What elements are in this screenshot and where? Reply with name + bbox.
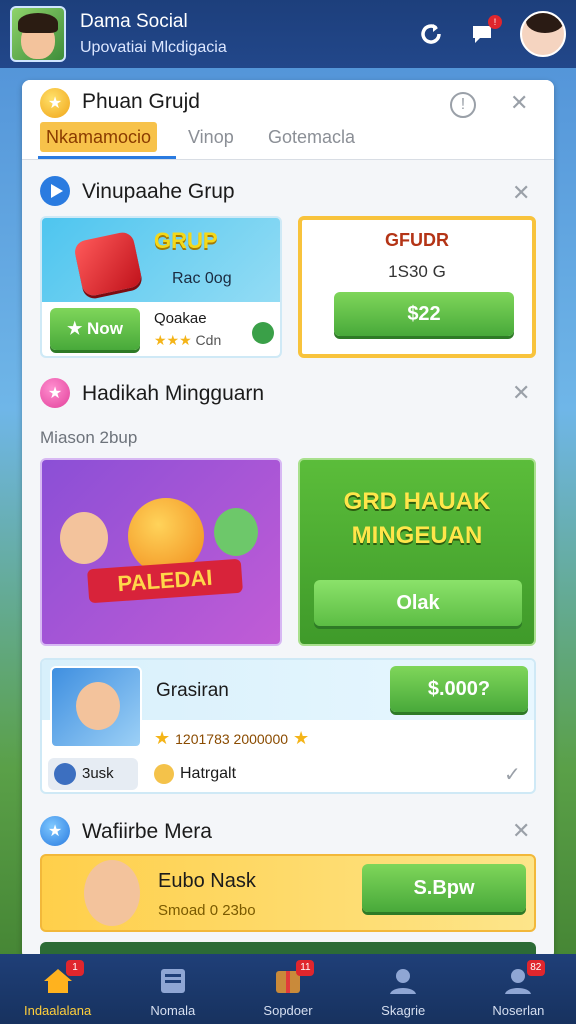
card-label: GFUDR	[385, 230, 449, 250]
tab-underline	[38, 156, 176, 159]
tab-1[interactable]: Vinop	[188, 122, 234, 152]
weekly-banner[interactable]: PALEDAI	[40, 458, 282, 646]
character-image	[214, 508, 258, 556]
nav-badge: 11	[296, 960, 315, 976]
nav-news[interactable]: Nomala	[115, 954, 230, 1024]
star-blue-icon: ★	[40, 816, 70, 846]
close-icon[interactable]: ✕	[510, 90, 528, 116]
profile-avatar[interactable]	[520, 11, 566, 57]
section3-close-icon[interactable]: ✕	[512, 818, 530, 844]
rating-row: ★★★ Cdn	[154, 332, 221, 349]
star-icon: ★	[154, 728, 176, 748]
section-title-wafiirbe: Wafiirbe Mera	[82, 820, 212, 843]
section-subtitle: Miason 2bup	[40, 428, 138, 447]
group-avatar[interactable]	[10, 6, 66, 62]
nav-badge: 1	[66, 960, 84, 976]
quest-sub: Smoad 0 23bo	[158, 902, 256, 919]
star-icon: ★	[40, 88, 70, 118]
hint-text: Hatrgalt	[180, 765, 237, 783]
news-icon	[160, 969, 185, 993]
now-button[interactable]: ★ Now	[50, 308, 140, 350]
card-price: Rac 0og	[172, 270, 232, 287]
offer-name: Grasiran	[156, 680, 229, 701]
quest-button[interactable]: S.Bpw	[362, 864, 526, 912]
card-label: GRUP	[154, 228, 218, 253]
tab-2[interactable]: Gotemacla	[268, 122, 355, 152]
tab-0[interactable]: Nkamamocio	[40, 122, 158, 152]
nav-label: Indaalalana	[23, 1003, 92, 1018]
quest-card[interactable]: Eubo Nask Smoad 0 23bo S.Bpw	[40, 854, 536, 932]
chat-badge: !	[488, 15, 502, 29]
nav-label: Noserlan	[492, 1003, 545, 1018]
price-button[interactable]: $22	[334, 292, 514, 336]
nav-profile[interactable]: Skagrie	[346, 954, 461, 1024]
star-pink-icon: ★	[40, 378, 70, 408]
quest-title: Eubo Nask	[158, 870, 256, 892]
star-icon: ★	[288, 728, 310, 748]
bottom-nav: 1 Indaalalana Nomala 11 Sopdoer Skagrie …	[0, 954, 576, 1024]
nav-shop[interactable]: 11 Sopdoer	[230, 954, 345, 1024]
top-bar: Dama Social Upovatiai Mlcdigacia !	[0, 0, 576, 68]
coin-icon	[154, 764, 174, 784]
character-face	[76, 682, 120, 730]
offer-row[interactable]: Grasiran $.000? ★ 1201783 2000000 ★ 3usk…	[40, 658, 536, 794]
nav-label: Sopdoer	[263, 1003, 313, 1018]
hint-row: Hatrgalt	[154, 764, 236, 784]
group-panel: ★ Phuan Grujd ! ✕ Nkamamocio Vinop Gotem…	[22, 80, 554, 960]
promo-button[interactable]: Olak	[314, 580, 522, 626]
character-image	[60, 512, 108, 564]
rating-sub: Cdn	[195, 332, 222, 348]
offer-card-group[interactable]: GRUP Rac 0og ★ Now Qoakae ★★★ Cdn	[40, 216, 282, 358]
edit-icon	[54, 763, 76, 785]
banner-label: PALEDAI	[87, 558, 243, 604]
chat-icon[interactable]: !	[468, 15, 502, 49]
offer-avatar	[50, 666, 142, 748]
refresh-icon[interactable]	[416, 19, 446, 49]
nav-label: Nomala	[150, 1003, 196, 1018]
toggle-icon[interactable]	[252, 322, 274, 344]
tag-label: 3usk	[82, 765, 114, 782]
tag-button[interactable]: 3usk	[48, 758, 138, 790]
now-button-label: Now	[87, 319, 123, 338]
offer-price-button[interactable]: $.000?	[390, 666, 528, 712]
app-subtitle: Upovatiai Mlcdigacia	[80, 39, 227, 56]
weekly-promo[interactable]: GRD HAUAK MINGEUAN Olak	[298, 458, 536, 646]
panel-header: ★ Phuan Grujd ! ✕ Nkamamocio Vinop Gotem…	[22, 80, 554, 160]
offer-stars-row: ★ 1201783 2000000 ★	[154, 728, 309, 749]
nav-label: Skagrie	[381, 1003, 426, 1018]
quest-character	[84, 860, 140, 926]
offer-stars-text: 1201783 2000000	[175, 731, 289, 747]
nav-badge: 82	[526, 960, 545, 976]
promo-title-1: GRD HAUAK	[343, 488, 491, 515]
app-titles: Dama Social Upovatiai Mlcdigacia	[80, 11, 416, 57]
promo-title-2: MINGEUAN	[351, 522, 483, 549]
check-icon: ✓	[504, 764, 521, 786]
section-title-group: Vinupaahe Grup	[82, 180, 235, 203]
user-icon	[390, 969, 417, 994]
card-amount: 1S30 G	[388, 262, 446, 281]
offer-card-gfudr[interactable]: GFUDR 1S30 G $22	[298, 216, 536, 358]
stars-icon: ★★★	[154, 332, 196, 348]
panel-title: Phuan Grujd	[82, 90, 200, 113]
play-icon	[40, 176, 70, 206]
section2-close-icon[interactable]: ✕	[512, 380, 530, 406]
nav-settings[interactable]: 82 Noserlan	[461, 954, 576, 1024]
app-title: Dama Social	[80, 11, 188, 32]
info-icon[interactable]: !	[450, 92, 476, 118]
nav-home[interactable]: 1 Indaalalana	[0, 954, 115, 1024]
section-close-icon[interactable]: ✕	[512, 180, 530, 206]
gift-icon	[72, 230, 144, 298]
section-title-weekly: Hadikah Mingguarn	[82, 382, 265, 405]
rating-title: Qoakae	[154, 310, 207, 327]
